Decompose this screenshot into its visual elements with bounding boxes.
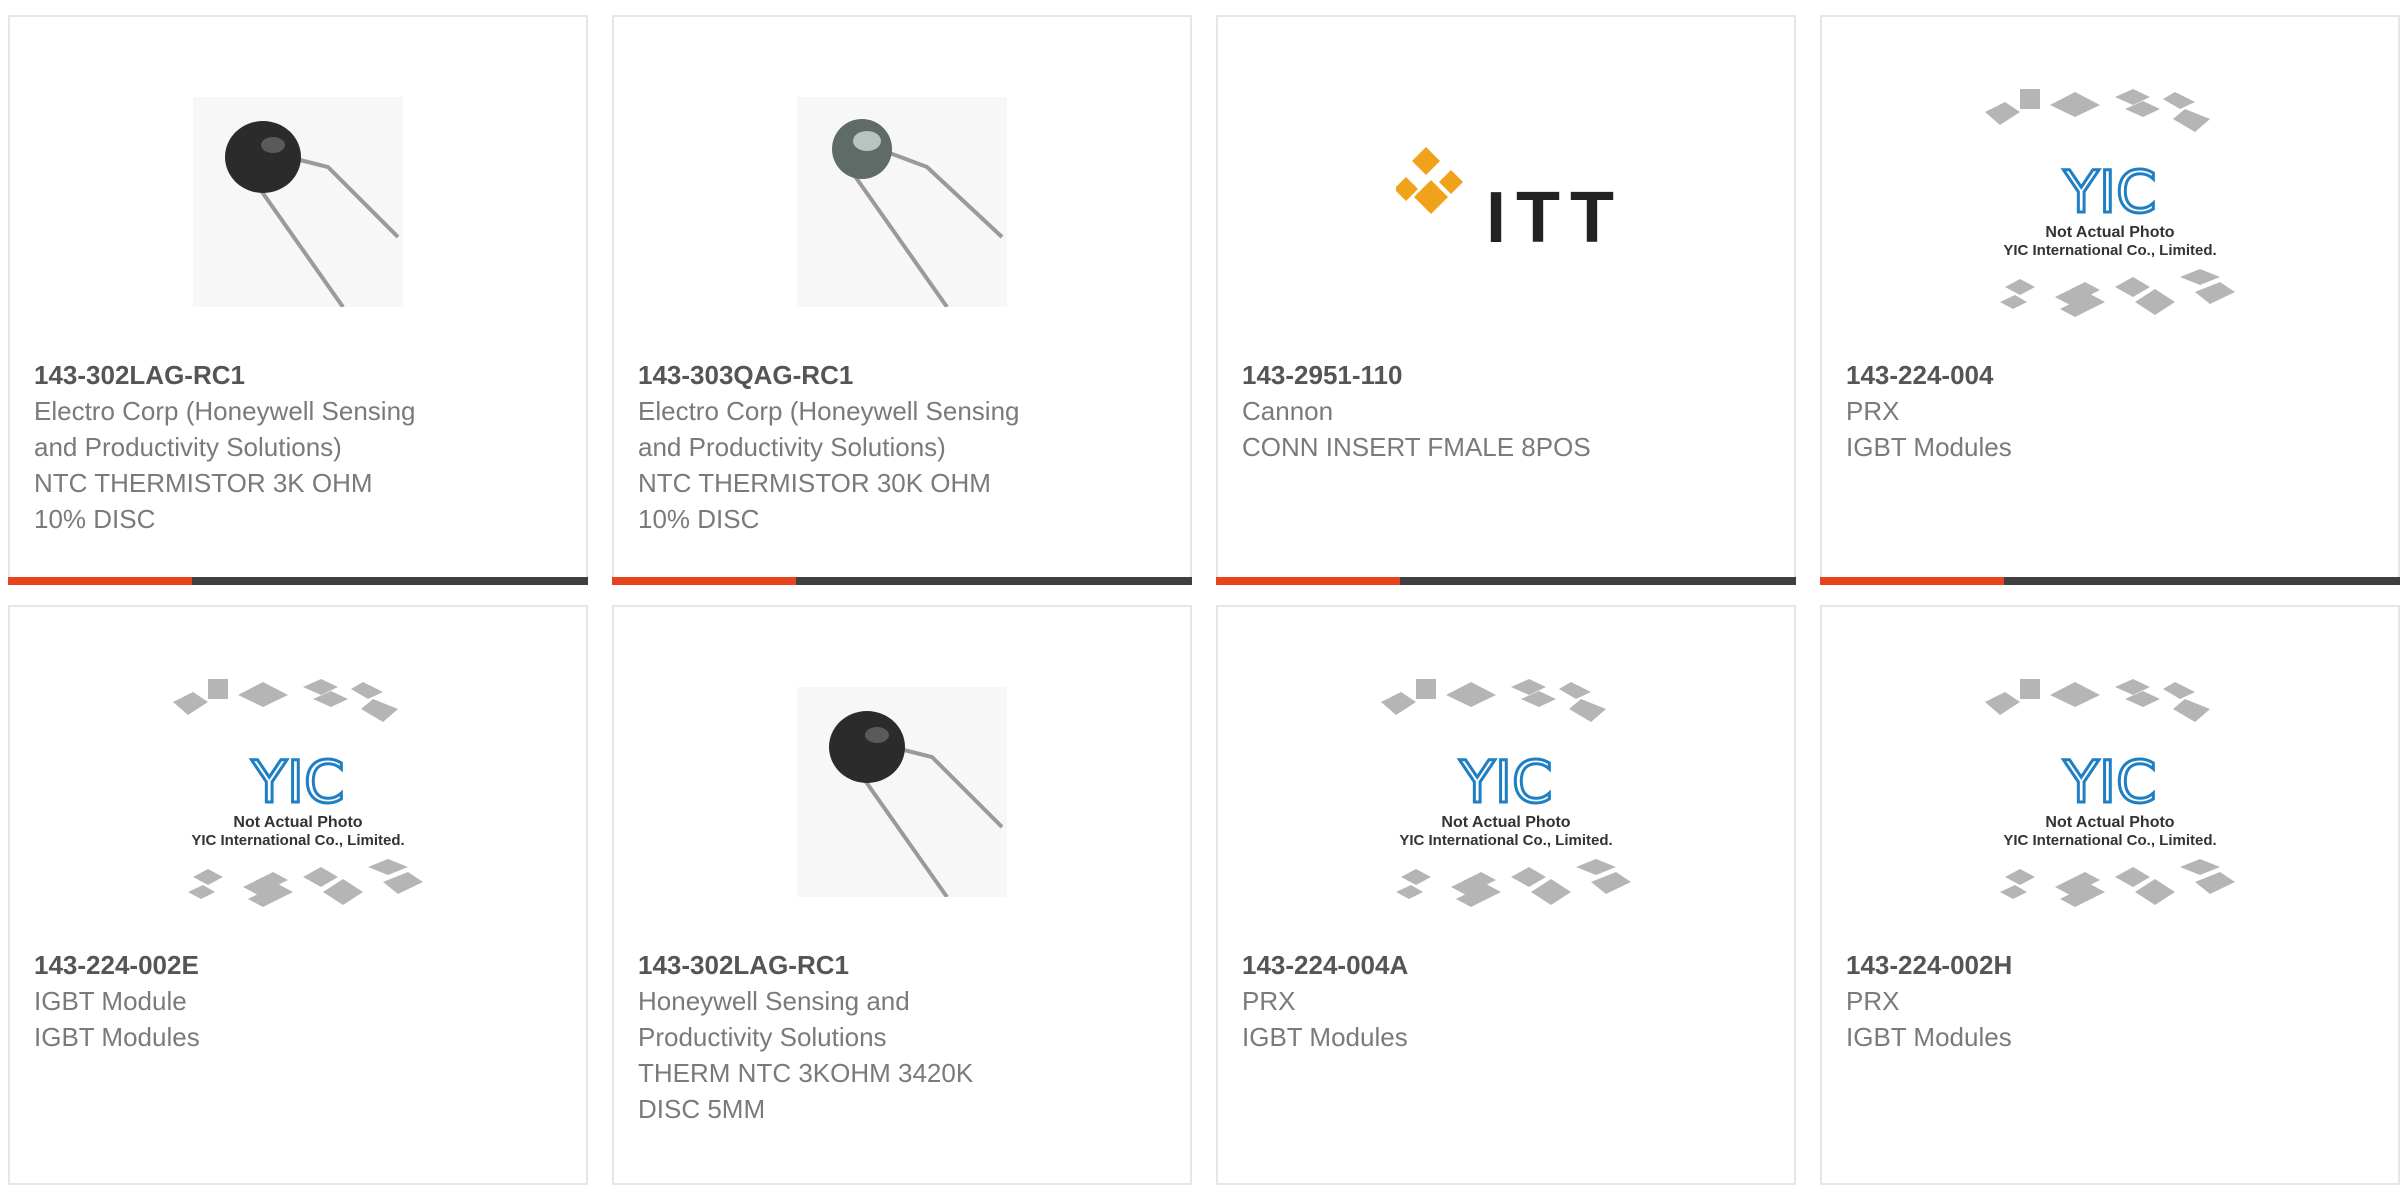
product-card[interactable]: YIC Not Actual Photo YIC International C… bbox=[1820, 605, 2400, 1185]
description: IGBT Modules bbox=[1846, 432, 2012, 462]
description: CONN INSERT FMALE 8POS bbox=[1242, 432, 1591, 462]
product-card[interactable]: YIC Not Actual Photo YIC International C… bbox=[1216, 605, 1796, 1185]
product-image[interactable]: YIC Not Actual Photo YIC International C… bbox=[1218, 667, 1794, 917]
manufacturer: PRX bbox=[1242, 986, 1296, 1016]
yic-logo-text: YIC bbox=[2062, 158, 2156, 226]
image-caption: Not Actual Photo bbox=[1441, 814, 1570, 831]
yic-placeholder-image: YIC Not Actual Photo YIC International C… bbox=[1985, 89, 2235, 317]
description: DISC 5MM bbox=[638, 1094, 766, 1124]
yic-logo-text: YIC bbox=[1458, 748, 1552, 816]
description: 10% DISC bbox=[638, 504, 760, 534]
part-number[interactable]: 143-303QAG-RC1 bbox=[638, 357, 1068, 393]
product-image[interactable]: YIC Not Actual Photo YIC International C… bbox=[10, 667, 586, 917]
manufacturer: and Productivity Solutions) bbox=[34, 432, 342, 462]
image-caption: YIC International Co., Limited. bbox=[2003, 832, 2216, 849]
description: NTC THERMISTOR 3K OHM bbox=[34, 468, 373, 498]
product-image[interactable]: ITT bbox=[1218, 77, 1794, 327]
part-number[interactable]: 143-302LAG-RC1 bbox=[638, 947, 1068, 983]
card-bottom-bar bbox=[1216, 577, 1796, 585]
product-grid: 143-302LAG-RC1 Electro Corp (Honeywell S… bbox=[0, 0, 2400, 1185]
product-image[interactable] bbox=[10, 77, 586, 327]
product-image[interactable] bbox=[614, 667, 1190, 917]
part-number[interactable]: 143-224-004 bbox=[1846, 357, 2276, 393]
yic-logo-text: YIC bbox=[250, 748, 344, 816]
image-caption: YIC International Co., Limited. bbox=[191, 832, 404, 849]
image-caption: Not Actual Photo bbox=[2045, 224, 2174, 241]
part-number[interactable]: 143-224-004A bbox=[1242, 947, 1672, 983]
image-caption: YIC International Co., Limited. bbox=[1399, 832, 1612, 849]
part-number[interactable]: 143-2951-110 bbox=[1242, 357, 1672, 393]
product-image[interactable]: YIC Not Actual Photo YIC International C… bbox=[1822, 667, 2398, 917]
description: IGBT Modules bbox=[1846, 1022, 2012, 1052]
image-caption: Not Actual Photo bbox=[233, 814, 362, 831]
manufacturer: Honeywell Sensing and bbox=[638, 986, 910, 1016]
manufacturer: PRX bbox=[1846, 396, 1900, 426]
product-card[interactable]: 143-303QAG-RC1 Electro Corp (Honeywell S… bbox=[612, 15, 1192, 585]
thermistor-photo bbox=[797, 687, 1007, 897]
description: THERM NTC 3KOHM 3420K bbox=[638, 1058, 974, 1088]
yic-placeholder-image: YIC Not Actual Photo YIC International C… bbox=[1381, 679, 1631, 907]
product-card[interactable]: ITT 143-2951-110 Cannon CONN INSERT FMAL… bbox=[1216, 15, 1796, 585]
manufacturer: Productivity Solutions bbox=[638, 1022, 887, 1052]
product-card[interactable]: YIC Not Actual Photo YIC International C… bbox=[1820, 15, 2400, 585]
manufacturer: Cannon bbox=[1242, 396, 1334, 426]
thermistor-photo bbox=[797, 97, 1007, 307]
card-bottom-bar bbox=[612, 577, 1192, 585]
itt-logo-icon: ITT bbox=[1396, 147, 1616, 258]
description: IGBT Modules bbox=[1242, 1022, 1408, 1052]
description: NTC THERMISTOR 30K OHM bbox=[638, 468, 991, 498]
product-card[interactable]: 143-302LAG-RC1 Electro Corp (Honeywell S… bbox=[8, 15, 588, 585]
part-number[interactable]: 143-224-002E bbox=[34, 947, 464, 983]
image-caption: YIC International Co., Limited. bbox=[2003, 242, 2216, 259]
part-number[interactable]: 143-302LAG-RC1 bbox=[34, 357, 464, 393]
yic-logo-text: YIC bbox=[2062, 748, 2156, 816]
description: IGBT Modules bbox=[34, 1022, 200, 1052]
yic-placeholder-image: YIC Not Actual Photo YIC International C… bbox=[1985, 679, 2235, 907]
description: 10% DISC bbox=[34, 504, 156, 534]
manufacturer: and Productivity Solutions) bbox=[638, 432, 946, 462]
part-number[interactable]: 143-224-002H bbox=[1846, 947, 2276, 983]
manufacturer: PRX bbox=[1846, 986, 1900, 1016]
card-bottom-bar bbox=[8, 577, 588, 585]
product-card[interactable]: 143-302LAG-RC1 Honeywell Sensing and Pro… bbox=[612, 605, 1192, 1185]
manufacturer: IGBT Module bbox=[34, 986, 187, 1016]
product-card[interactable]: YIC Not Actual Photo YIC International C… bbox=[8, 605, 588, 1185]
yic-placeholder-image: YIC Not Actual Photo YIC International C… bbox=[173, 679, 423, 907]
card-bottom-bar bbox=[1820, 577, 2400, 585]
product-image[interactable]: YIC Not Actual Photo YIC International C… bbox=[1822, 77, 2398, 327]
product-image[interactable] bbox=[614, 77, 1190, 327]
manufacturer: Electro Corp (Honeywell Sensing bbox=[34, 396, 416, 426]
itt-logo-text: ITT bbox=[1486, 178, 1616, 258]
manufacturer: Electro Corp (Honeywell Sensing bbox=[638, 396, 1020, 426]
thermistor-photo bbox=[193, 97, 403, 307]
image-caption: Not Actual Photo bbox=[2045, 814, 2174, 831]
